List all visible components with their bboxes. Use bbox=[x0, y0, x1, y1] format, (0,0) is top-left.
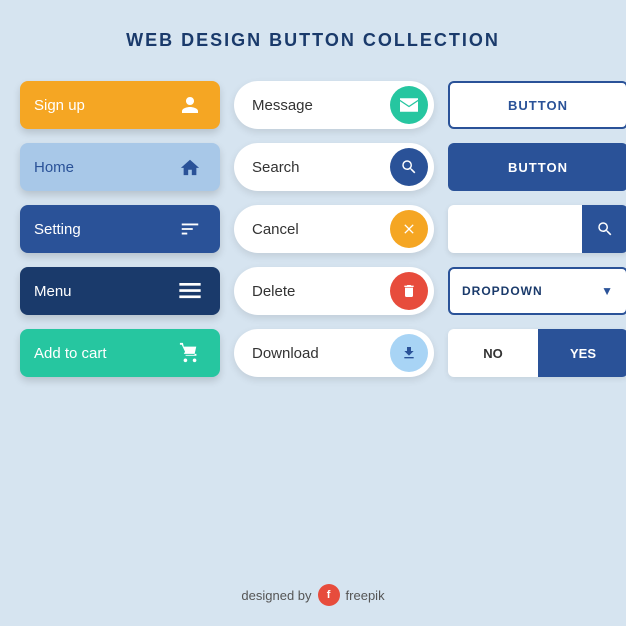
settings-icon bbox=[174, 213, 206, 245]
delete-button[interactable]: Delete bbox=[234, 267, 434, 315]
delete-label: Delete bbox=[252, 283, 295, 300]
yes-button[interactable]: YES bbox=[538, 329, 626, 377]
button-solid-2-label: BUTTON bbox=[508, 160, 568, 175]
menu-button[interactable]: Menu bbox=[20, 267, 220, 315]
button-solid-2[interactable]: BUTTON bbox=[448, 143, 626, 191]
delete-icon bbox=[390, 272, 428, 310]
footer: designed by f freepik bbox=[241, 568, 384, 606]
home-icon bbox=[174, 151, 206, 183]
user-icon bbox=[174, 89, 206, 121]
download-button[interactable]: Download bbox=[234, 329, 434, 377]
button-outline-1[interactable]: BUTTON bbox=[448, 81, 626, 129]
download-label: Download bbox=[252, 345, 319, 362]
home-label: Home bbox=[34, 159, 74, 176]
menu-icon bbox=[174, 275, 206, 307]
dropdown-label: DROPDOWN bbox=[462, 284, 543, 298]
freepik-logo: f bbox=[318, 584, 340, 606]
setting-button[interactable]: Setting bbox=[20, 205, 220, 253]
menu-label: Menu bbox=[34, 283, 72, 300]
search-box[interactable] bbox=[448, 205, 626, 253]
dropdown-button[interactable]: DROPDOWN ▼ bbox=[448, 267, 626, 315]
home-button[interactable]: Home bbox=[20, 143, 220, 191]
message-label: Message bbox=[252, 97, 313, 114]
setting-label: Setting bbox=[34, 221, 81, 238]
message-button[interactable]: Message bbox=[234, 81, 434, 129]
cancel-icon bbox=[390, 210, 428, 248]
cancel-button[interactable]: Cancel bbox=[234, 205, 434, 253]
footer-text: designed by bbox=[241, 588, 311, 603]
download-icon bbox=[390, 334, 428, 372]
button-outline-1-label: BUTTON bbox=[508, 98, 568, 113]
brand-name: freepik bbox=[346, 588, 385, 603]
page-title: WEB DESIGN BUTTON COLLECTION bbox=[126, 30, 500, 51]
add-to-cart-button[interactable]: Add to cart bbox=[20, 329, 220, 377]
chevron-down-icon: ▼ bbox=[601, 284, 614, 298]
cart-icon bbox=[174, 337, 206, 369]
button-grid: Sign up Message BUTTON Home Search BUTTO… bbox=[20, 81, 606, 377]
yes-no-button[interactable]: NO YES bbox=[448, 329, 626, 377]
sign-up-label: Sign up bbox=[34, 97, 85, 114]
sign-up-button[interactable]: Sign up bbox=[20, 81, 220, 129]
search-button[interactable]: Search bbox=[234, 143, 434, 191]
search-label: Search bbox=[252, 159, 300, 176]
cancel-label: Cancel bbox=[252, 221, 299, 238]
add-to-cart-label: Add to cart bbox=[34, 345, 107, 362]
no-button[interactable]: NO bbox=[448, 346, 538, 361]
search-icon bbox=[390, 148, 428, 186]
message-icon bbox=[390, 86, 428, 124]
search-box-button[interactable] bbox=[582, 205, 626, 253]
